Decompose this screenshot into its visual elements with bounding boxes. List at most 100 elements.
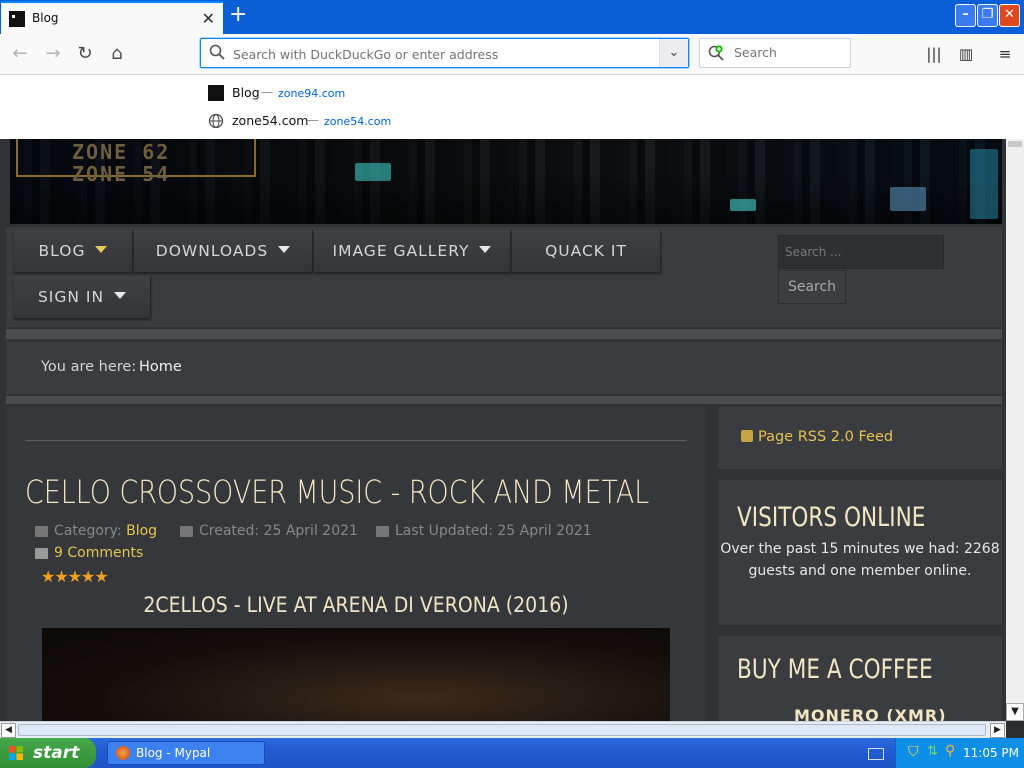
system-tray: ⛉ ⇅ ⚲ 11:05 PM	[895, 738, 1024, 768]
scroll-down-icon[interactable]: ▼	[1006, 703, 1024, 721]
globe-icon	[208, 113, 224, 129]
site-favicon-icon	[9, 11, 25, 27]
tab-blog[interactable]: Blog ✕	[1, 1, 223, 34]
menu-item-label: SIGN IN	[37, 288, 105, 306]
scroll-right-icon[interactable]: ▶	[990, 723, 1005, 738]
comments-link[interactable]: 9 Comments	[35, 545, 143, 561]
taskbar-item-browser[interactable]: Blog - Mypal	[107, 741, 265, 765]
site-search-button[interactable]: Search	[778, 270, 846, 304]
browser-icon	[116, 746, 130, 760]
caret-down-icon	[278, 246, 291, 253]
home-icon[interactable]: ⌂	[105, 42, 129, 66]
taskbar: start Blog - Mypal ⛉ ⇅ ⚲ 11:05 PM	[0, 738, 1024, 768]
site-logo-line1: ZONE 62	[72, 140, 171, 164]
caret-down-icon	[95, 246, 108, 253]
article-created: Created: 25 April 2021	[180, 523, 358, 539]
article: CELLO CROSSOVER MUSIC - ROCK AND METAL C…	[6, 407, 706, 721]
scroll-left-icon[interactable]: ◀	[1, 723, 16, 738]
search-input[interactable]	[732, 44, 846, 61]
breadcrumb-label: You are here:	[41, 359, 137, 375]
menu-item-label: QUACK IT	[545, 242, 627, 260]
site-banner: ZONE 62 ZONE 54	[10, 139, 1002, 224]
category-link[interactable]: Blog	[126, 523, 157, 539]
back-icon[interactable]: ←	[8, 42, 32, 66]
site-logo-line2: ZONE 54	[72, 162, 171, 186]
clock: 11:05 PM	[963, 746, 1019, 760]
search-bar[interactable]	[699, 38, 851, 68]
vertical-scrollbar[interactable]: ▼	[1006, 139, 1024, 721]
windows-flag-icon	[9, 746, 23, 760]
chevron-down-icon[interactable]: ⌄	[659, 39, 688, 67]
start-label: start	[33, 743, 80, 763]
menu-item-image-gallery[interactable]: IMAGE GALLERY	[314, 230, 511, 272]
suggestion-title: Blog	[232, 85, 260, 100]
folder-icon	[35, 525, 48, 537]
calendar-icon	[376, 525, 389, 537]
search-engine-add-icon	[708, 45, 724, 61]
menu-item-downloads[interactable]: DOWNLOADS	[134, 230, 313, 272]
visitors-heading: VISITORS ONLINE	[737, 502, 926, 533]
banner-light	[730, 199, 756, 211]
window-close-button[interactable]: ✕	[999, 4, 1020, 27]
updated-date: Last Updated: 25 April 2021	[395, 523, 592, 539]
calendar-icon	[180, 525, 193, 537]
menu-item-blog[interactable]: BLOG	[14, 230, 133, 272]
scroll-thumb[interactable]	[18, 724, 986, 736]
url-suggestions: Blog — zone94.com zone54.com — zone54.co…	[0, 75, 1024, 140]
shield-icon[interactable]: ⛉	[908, 744, 919, 760]
video-title: 2CELLOS - LIVE AT ARENA DI VERONA (2016)	[143, 593, 569, 617]
tab-title: Blog	[32, 11, 59, 25]
video-player[interactable]	[42, 628, 670, 721]
window-minimize-button[interactable]: –	[955, 4, 976, 27]
keyboard-icon[interactable]	[868, 748, 884, 760]
library-icon[interactable]: |||	[923, 43, 945, 65]
address-bar[interactable]: ⌄	[200, 38, 689, 68]
article-category: Category: Blog	[35, 523, 157, 539]
nav-toolbar: ← → ↻ ⌂ ⌄ ||| ▥ ≡	[0, 34, 1024, 75]
suggestion-separator: —	[261, 85, 273, 99]
search-tray-icon[interactable]: ⚲	[945, 743, 955, 759]
horizontal-scrollbar[interactable]: ◀ ▶	[0, 721, 1006, 739]
network-icon[interactable]: ⇅	[927, 744, 938, 759]
suggestion-separator: —	[307, 113, 319, 127]
site-search-input[interactable]: Search ...	[778, 235, 944, 269]
menu-item-label: BLOG	[38, 242, 86, 260]
forward-icon[interactable]: →	[41, 42, 65, 66]
banner-light	[355, 163, 391, 181]
section-divider	[6, 329, 1002, 339]
menu-item-sign-in[interactable]: SIGN IN	[14, 276, 151, 318]
menu-item-label: DOWNLOADS	[155, 242, 269, 260]
created-date: Created: 25 April 2021	[199, 523, 358, 539]
url-input[interactable]	[231, 43, 655, 65]
category-label: Category:	[54, 523, 122, 539]
tab-close-icon[interactable]: ✕	[202, 9, 215, 28]
section-divider	[6, 396, 1002, 404]
reload-icon[interactable]: ↻	[73, 42, 97, 66]
article-rule	[25, 440, 687, 441]
suggestion-url: zone54.com	[324, 115, 392, 128]
window-restore-button[interactable]: ❐	[977, 4, 998, 27]
coffee-heading: BUY ME A COFFEE	[737, 654, 933, 685]
start-button[interactable]: start	[0, 738, 96, 768]
rss-label: Page RSS 2.0 Feed	[758, 429, 894, 445]
visitors-module: VISITORS ONLINE Over the past 15 minutes…	[718, 480, 1002, 625]
coffee-module: BUY ME A COFFEE MONERO (XMR)	[718, 636, 1002, 721]
menu-item-quack-it[interactable]: QUACK IT	[512, 230, 661, 272]
scroll-thumb[interactable]	[1008, 141, 1022, 147]
web-page: ZONE 62 ZONE 54 BLOG DOWNLOADS IMAGE GAL…	[0, 139, 1006, 721]
rss-icon	[741, 430, 753, 442]
breadcrumb: You are here: Home	[6, 342, 1002, 394]
comment-icon	[35, 547, 48, 559]
article-title[interactable]: CELLO CROSSOVER MUSIC - ROCK AND METAL	[25, 473, 649, 511]
menu-icon[interactable]: ≡	[994, 43, 1016, 65]
sidebar-icon[interactable]: ▥	[955, 43, 977, 65]
breadcrumb-home-link[interactable]: Home	[139, 359, 182, 375]
comments-count: 9 Comments	[54, 545, 144, 561]
rss-feed-link[interactable]: Page RSS 2.0 Feed	[741, 429, 893, 445]
new-tab-icon[interactable]: +	[229, 3, 247, 27]
site-favicon-icon	[208, 85, 224, 101]
article-updated: Last Updated: 25 April 2021	[376, 523, 592, 539]
coffee-subheading: MONERO (XMR)	[794, 706, 947, 721]
banner-light	[890, 187, 926, 211]
rating-stars[interactable]: ★★★★★	[41, 567, 109, 586]
